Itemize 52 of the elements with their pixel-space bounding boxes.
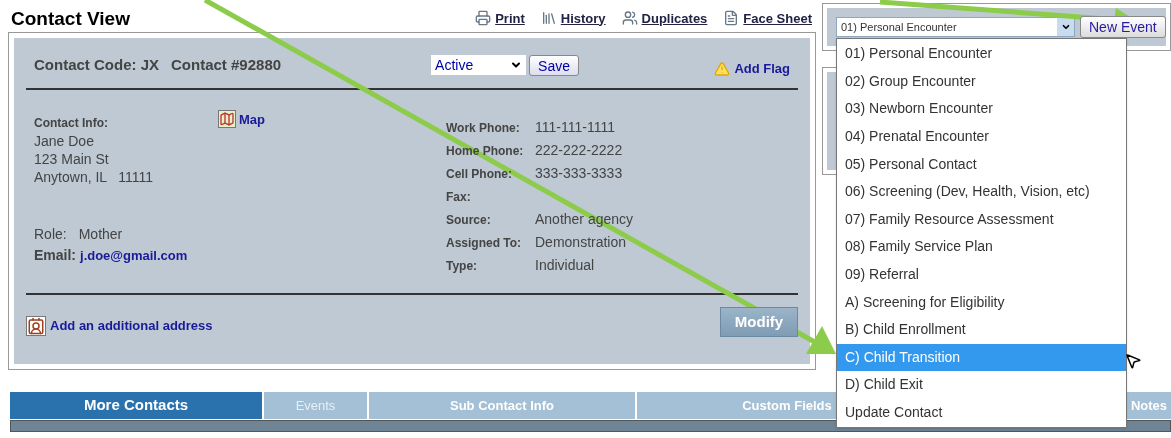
- field-label: Role:: [34, 225, 67, 244]
- field-value: Individual: [535, 256, 595, 275]
- dropdown-option[interactable]: 01) Personal Encounter: [837, 40, 1126, 68]
- field-label: Assigned To:: [446, 234, 522, 252]
- address-line: Jane Doe: [34, 132, 95, 150]
- email-link[interactable]: j.doe@gmail.com: [80, 246, 188, 266]
- add-address-link[interactable]: Add an additional address: [50, 316, 213, 336]
- map-link[interactable]: Map: [239, 110, 265, 130]
- printer-icon: [475, 10, 492, 27]
- people-icon: [621, 10, 638, 27]
- event-select[interactable]: 01) Personal Encounter: [836, 17, 1075, 37]
- toolbar-link[interactable]: Duplicates: [641, 8, 708, 28]
- field-label: Contact Info:: [34, 115, 109, 132]
- page-title: Contact View: [11, 9, 130, 28]
- dropdown-option[interactable]: 06) Screening (Dev, Health, Vision, etc): [837, 177, 1126, 206]
- dropdown-option[interactable]: 03) Newborn Encounter: [837, 95, 1126, 123]
- tab[interactable]: More Contacts: [10, 392, 262, 419]
- address-card-icon: [26, 316, 46, 336]
- document-icon: [723, 10, 740, 27]
- status-select[interactable]: Active: [431, 55, 527, 75]
- field-label: Work Phone:: [446, 119, 520, 137]
- dropdown-option[interactable]: 04) Prenatal Encounter: [837, 122, 1126, 151]
- dropdown-option[interactable]: 09) Referral: [837, 260, 1126, 289]
- dropdown-option[interactable]: B) Child Enrollment: [837, 315, 1126, 344]
- dropdown-option[interactable]: 08) Family Service Plan: [837, 233, 1126, 261]
- dropdown-option[interactable]: 02) Group Encounter: [837, 67, 1126, 96]
- save-button[interactable]: Save: [529, 54, 579, 76]
- field-label: Email:: [34, 246, 76, 265]
- dropdown-option[interactable]: 05) Personal Contact: [837, 150, 1126, 178]
- field-value: 333-333-3333: [535, 164, 623, 183]
- map-icon: [218, 110, 236, 128]
- role-value: Mother: [78, 225, 123, 244]
- dropdown-option[interactable]: A) Screening for Eligibility: [837, 288, 1126, 316]
- contact-number: Contact #92880: [171, 54, 282, 75]
- toolbar-link[interactable]: Face Sheet: [743, 8, 812, 28]
- dropdown-option[interactable]: 07) Family Resource Assessment: [837, 205, 1126, 234]
- books-icon: [540, 10, 557, 27]
- field-value: Demonstration: [535, 233, 627, 252]
- toolbar-link[interactable]: History: [560, 8, 606, 28]
- field-label: Source:: [446, 211, 491, 229]
- field-label: Fax:: [446, 188, 471, 206]
- address-line: Anytown, IL 11111: [34, 168, 155, 186]
- contact-code: Contact Code: JX: [34, 54, 159, 75]
- address-line: 123 Main St: [34, 150, 110, 168]
- field-value: 222-222-2222: [535, 141, 623, 160]
- field-value: 111-111-1111: [535, 118, 615, 137]
- field-label: Cell Phone:: [446, 165, 512, 183]
- field-label: Type:: [446, 257, 478, 275]
- new-event-button[interactable]: New Event: [1080, 16, 1166, 38]
- toolbar-link[interactable]: Print: [495, 8, 525, 28]
- add-flag-link[interactable]: Add Flag: [734, 59, 790, 79]
- warning-icon: [714, 61, 731, 77]
